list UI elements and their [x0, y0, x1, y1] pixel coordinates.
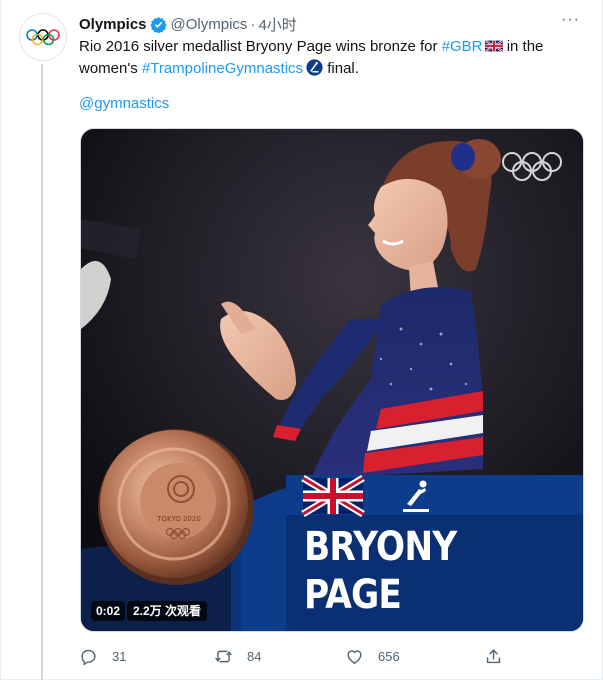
- uk-flag-icon: [301, 475, 365, 518]
- verified-badge-icon: [149, 16, 167, 33]
- retweet-icon: [215, 650, 232, 662]
- hashtag-trampoline[interactable]: #TrampolineGymnastics: [142, 60, 303, 77]
- retweet-count: 84: [247, 648, 262, 664]
- like-button[interactable]: 656: [345, 644, 400, 668]
- trampoline-hashflag-icon: [306, 59, 323, 76]
- avatar[interactable]: [19, 13, 67, 61]
- medal-inscription: TOKYO 2020: [156, 515, 201, 523]
- author-handle[interactable]: @Olympics: [171, 16, 248, 33]
- tweet-timestamp[interactable]: 4小时: [258, 14, 296, 35]
- tweet-header: Olympics @Olympics · 4小时 ···: [79, 11, 582, 35]
- share-icon: [486, 648, 501, 663]
- separator: ·: [250, 15, 256, 33]
- tweet-text-part3: final.: [323, 60, 359, 77]
- video-player[interactable]: TOKYO 2020 BRYONY PAGE 0:02 2.2万 次观看: [80, 128, 584, 632]
- hashtag-gbr[interactable]: #GBR: [442, 38, 483, 55]
- athlete-lower-third: BRYONY PAGE: [286, 475, 583, 631]
- like-count: 656: [378, 648, 400, 664]
- athlete-first-name: BRYONY: [304, 524, 457, 570]
- tweet-actions: 31 84 656: [79, 644, 519, 668]
- olympic-rings-icon: [26, 29, 60, 46]
- tweet-text: Rio 2016 silver medallist Bryony Page wi…: [79, 36, 584, 80]
- reply-count: 31: [112, 648, 127, 664]
- reply-icon: [81, 649, 96, 665]
- uk-flag-icon: [484, 40, 503, 52]
- tweet-text-part1: Rio 2016 silver medallist Bryony Page wi…: [79, 38, 442, 55]
- author-name[interactable]: Olympics: [79, 16, 147, 33]
- thread-line: [41, 64, 43, 680]
- athlete-last-name: PAGE: [304, 572, 402, 618]
- mention-gymnastics[interactable]: @gymnastics: [79, 95, 169, 112]
- retweet-button[interactable]: 84: [214, 644, 261, 668]
- like-icon: [347, 649, 362, 664]
- tweet-card[interactable]: Olympics @Olympics · 4小时 ··· Rio 2016 si…: [0, 0, 603, 680]
- more-options-icon[interactable]: ···: [561, 11, 580, 29]
- reply-button[interactable]: 31: [79, 644, 126, 668]
- share-button[interactable]: [484, 644, 503, 668]
- video-view-count: 2.2万 次观看: [127, 601, 208, 621]
- video-timestamp: 0:02: [91, 601, 126, 621]
- bronze-medal: TOKYO 2020: [98, 429, 254, 585]
